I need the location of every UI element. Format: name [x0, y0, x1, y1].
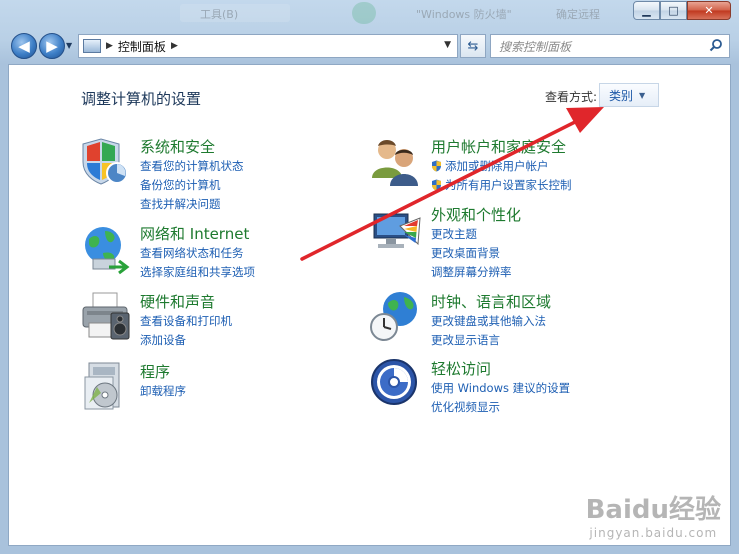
- chevron-down-icon: ▼: [639, 90, 646, 100]
- category-title[interactable]: 外观和个性化: [431, 204, 521, 225]
- recent-pages-dropdown-icon[interactable]: ▼: [66, 41, 72, 50]
- address-dropdown-icon[interactable]: ▼: [444, 40, 451, 50]
- ease-of-access-icon: [371, 359, 417, 405]
- search-icon[interactable]: [709, 38, 723, 52]
- baidu-watermark: Baidu经验 jingyan.baidu.com: [586, 489, 721, 540]
- link-item[interactable]: 为所有用户设置家长控制: [431, 177, 572, 193]
- printer-icon: [82, 292, 130, 340]
- link-item[interactable]: 优化视频显示: [431, 399, 500, 415]
- uac-shield-icon: [432, 160, 441, 172]
- link-item[interactable]: 查找并解决问题: [140, 196, 221, 212]
- uac-shield-icon: [432, 179, 441, 191]
- link-item[interactable]: 更改主题: [431, 226, 477, 242]
- link-text[interactable]: 为所有用户设置家长控制: [445, 178, 572, 192]
- search-input[interactable]: 搜索控制面板: [499, 38, 571, 55]
- link-item[interactable]: 调整屏幕分辨率: [431, 264, 512, 280]
- link-item[interactable]: 添加或删除用户帐户: [431, 158, 549, 174]
- link-item[interactable]: 添加设备: [140, 332, 186, 348]
- back-button[interactable]: ◀: [11, 33, 37, 59]
- address-bar[interactable]: ▶ 控制面板 ▶ ▼: [78, 34, 458, 58]
- minimize-button[interactable]: ▁: [633, 1, 660, 20]
- ghost-text-1: 工具(B): [200, 8, 239, 21]
- caption-buttons: ▁ □ ✕: [633, 1, 731, 20]
- page-title: 调整计算机的设置: [81, 90, 202, 108]
- control-panel-icon: [83, 39, 101, 53]
- link-item[interactable]: 使用 Windows 建议的设置: [431, 380, 570, 396]
- close-button[interactable]: ✕: [687, 1, 731, 20]
- category-title[interactable]: 用户帐户和家庭安全: [431, 136, 566, 157]
- link-item[interactable]: 查看网络状态和任务: [140, 245, 244, 261]
- search-box[interactable]: 搜索控制面板: [490, 34, 730, 58]
- maximize-button[interactable]: □: [660, 1, 687, 20]
- navigation-bar: ◀ ▶ ▼ ▶ 控制面板 ▶ ▼ ⇆ 搜索控制面板: [8, 31, 731, 61]
- link-item[interactable]: 备份您的计算机: [140, 177, 221, 193]
- content-pane: 调整计算机的设置 查看方式: 类别 ▼ 系统和安全 查看您的计算机状态 备份您的…: [8, 64, 731, 546]
- category-title[interactable]: 程序: [140, 361, 170, 382]
- view-by-dropdown[interactable]: 类别 ▼: [599, 83, 659, 107]
- network-globe-icon: [85, 227, 130, 275]
- link-item[interactable]: 查看您的计算机状态: [140, 158, 244, 174]
- users-icon: [372, 140, 418, 186]
- appearance-icon: [373, 213, 421, 248]
- view-by-value: 类别: [609, 88, 634, 103]
- link-item[interactable]: 更改桌面背景: [431, 245, 500, 261]
- link-item[interactable]: 更改显示语言: [431, 332, 500, 348]
- link-text[interactable]: 添加或删除用户帐户: [445, 159, 549, 173]
- refresh-button[interactable]: ⇆: [460, 34, 486, 58]
- watermark-logo: Baidu经验: [585, 495, 721, 525]
- ghost-app-icon: [352, 2, 376, 24]
- ghost-text-2: "Windows 防火墙": [416, 8, 512, 21]
- category-title[interactable]: 轻松访问: [431, 358, 491, 379]
- background-window-ghost: 工具(B) "Windows 防火墙" 确定远程: [180, 0, 620, 26]
- link-item[interactable]: 卸载程序: [140, 383, 186, 399]
- security-shield-icon: [82, 138, 128, 185]
- clock-globe-icon: [370, 292, 417, 341]
- ghost-text-3: 确定远程: [556, 8, 600, 21]
- category-title[interactable]: 硬件和声音: [140, 291, 215, 312]
- link-item[interactable]: 选择家庭组和共享选项: [140, 264, 255, 280]
- breadcrumb-separator-icon[interactable]: ▶: [106, 41, 113, 51]
- link-item[interactable]: 查看设备和打印机: [140, 313, 232, 329]
- forward-button[interactable]: ▶: [39, 33, 65, 59]
- breadcrumb-control-panel[interactable]: 控制面板: [118, 38, 166, 55]
- view-by-label: 查看方式:: [545, 90, 598, 104]
- category-title[interactable]: 时钟、语言和区域: [431, 291, 551, 312]
- breadcrumb-separator-icon[interactable]: ▶: [171, 41, 178, 51]
- link-item[interactable]: 更改键盘或其他输入法: [431, 313, 546, 329]
- watermark-url: jingyan.baidu.com: [589, 526, 718, 540]
- category-title[interactable]: 网络和 Internet: [140, 223, 249, 244]
- programs-icon: [84, 362, 120, 410]
- category-title[interactable]: 系统和安全: [140, 136, 215, 157]
